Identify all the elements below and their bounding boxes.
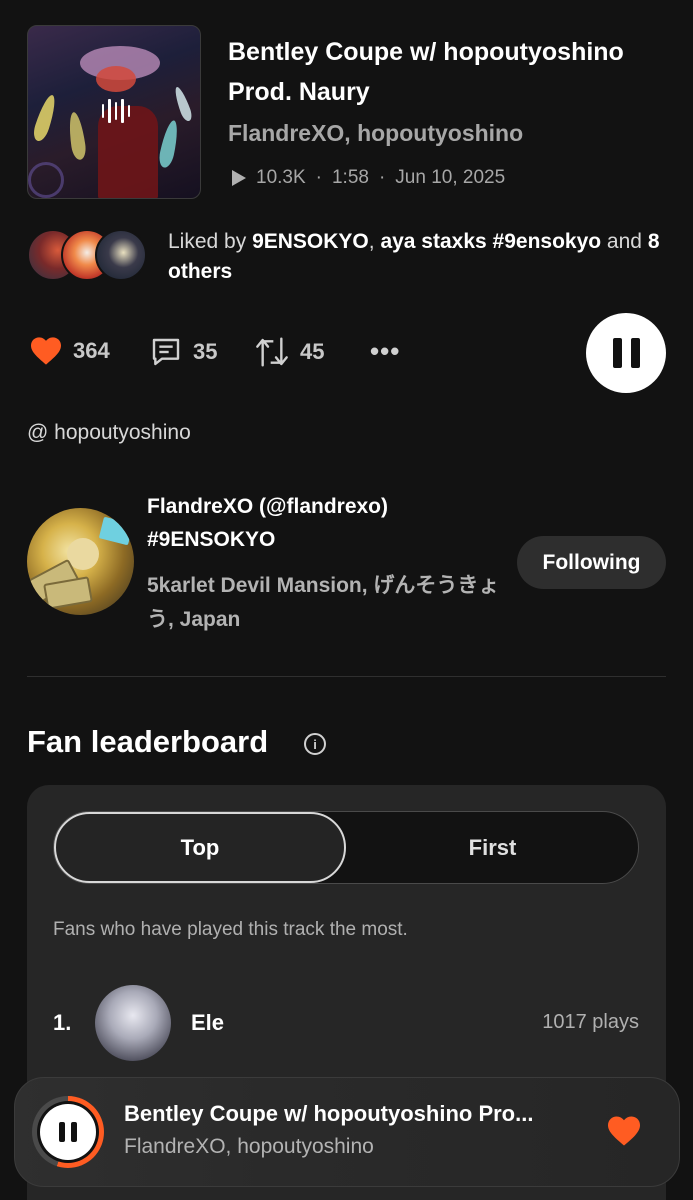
track-duration: 1:58 (331, 167, 369, 188)
like-count: 364 (73, 338, 110, 363)
avatar-screen (98, 516, 134, 546)
tab-top[interactable]: Top (54, 812, 346, 883)
mention-link[interactable]: @ hopoutyoshino (27, 421, 191, 445)
heart-icon (31, 337, 61, 365)
artwork-crystal (66, 111, 88, 161)
fan-rank: 1. (53, 1010, 72, 1035)
liked-by-text[interactable]: Liked by 9ENSOKYO, aya staxks #9ensokyo … (168, 227, 678, 287)
artwork-crystal (172, 85, 194, 123)
info-icon[interactable]: i (304, 733, 326, 755)
mini-player[interactable] (14, 1077, 680, 1187)
mini-player-pause-button[interactable] (32, 1096, 104, 1168)
following-button[interactable]: Following (517, 536, 666, 589)
progress-ring-inner (37, 1101, 99, 1163)
pause-icon (40, 1104, 96, 1160)
separator-dot: · (378, 167, 386, 188)
artwork-crystal (30, 93, 60, 143)
mini-player-artists[interactable]: FlandreXO, hopoutyoshino (124, 1135, 374, 1159)
uploader-location: 5karlet Devil Mansion, げんそうきょう, Japan (147, 574, 500, 631)
pause-icon-bar (612, 338, 622, 368)
track-title: Bentley Coupe w/ hopoutyoshino Prod. Nau… (228, 38, 624, 106)
repost-icon (256, 337, 288, 367)
track-meta: 10.3K · 1:58 · Jun 10, 2025 (232, 167, 505, 189)
play-count-icon (232, 170, 246, 186)
track-artwork[interactable] (27, 25, 201, 199)
like-button[interactable]: 364 (29, 336, 110, 366)
track-artists[interactable]: FlandreXO, hopoutyoshino (228, 116, 523, 150)
liked-by-user[interactable]: 9ENSOKYO (252, 230, 369, 253)
artwork-ring (28, 162, 64, 198)
release-date: Jun 10, 2025 (395, 167, 506, 188)
waveform-icon (101, 98, 131, 124)
repost-button[interactable]: 45 (254, 336, 324, 368)
play-count: 10.3K (256, 167, 306, 188)
liked-by-user[interactable]: aya staxks #9ensokyo (380, 230, 601, 253)
liked-by-separator: , (368, 230, 381, 253)
pause-icon-bar (59, 1122, 65, 1142)
fan-plays: 1017 plays (542, 1011, 639, 1033)
artwork-bow (96, 66, 136, 92)
mini-player-like-button[interactable] (606, 1115, 642, 1152)
liker-avatar[interactable] (95, 229, 147, 281)
pause-icon-bar (71, 1122, 77, 1142)
more-options-icon[interactable]: ••• (370, 336, 400, 367)
leaderboard-description: Fans who have played this track the most… (53, 919, 408, 940)
fan-avatar[interactable] (95, 985, 171, 1061)
liked-by-and: and (601, 230, 648, 253)
separator-dot: · (315, 167, 322, 188)
leaderboard-title: Fan leaderboard (27, 724, 269, 759)
comment-button[interactable]: 35 (149, 336, 217, 368)
pause-button[interactable] (586, 313, 666, 393)
uploader-avatar[interactable] (27, 508, 134, 615)
liked-by-prefix: Liked by (168, 230, 253, 253)
artwork-crystal (157, 119, 181, 169)
fan-name[interactable]: Ele (191, 1010, 224, 1036)
mini-player-title[interactable]: Bentley Coupe w/ hopoutyoshino Pro... (124, 1101, 574, 1127)
comment-icon (152, 338, 180, 366)
pause-icon-bar (630, 338, 640, 368)
section-divider (27, 676, 666, 677)
heart-icon (608, 1116, 640, 1146)
comment-count: 35 (193, 339, 218, 364)
tab-first[interactable]: First (346, 812, 639, 883)
uploader-name[interactable]: FlandreXO (@flandrexo) #9ENSOKYO (147, 490, 507, 556)
repost-count: 45 (300, 339, 325, 364)
